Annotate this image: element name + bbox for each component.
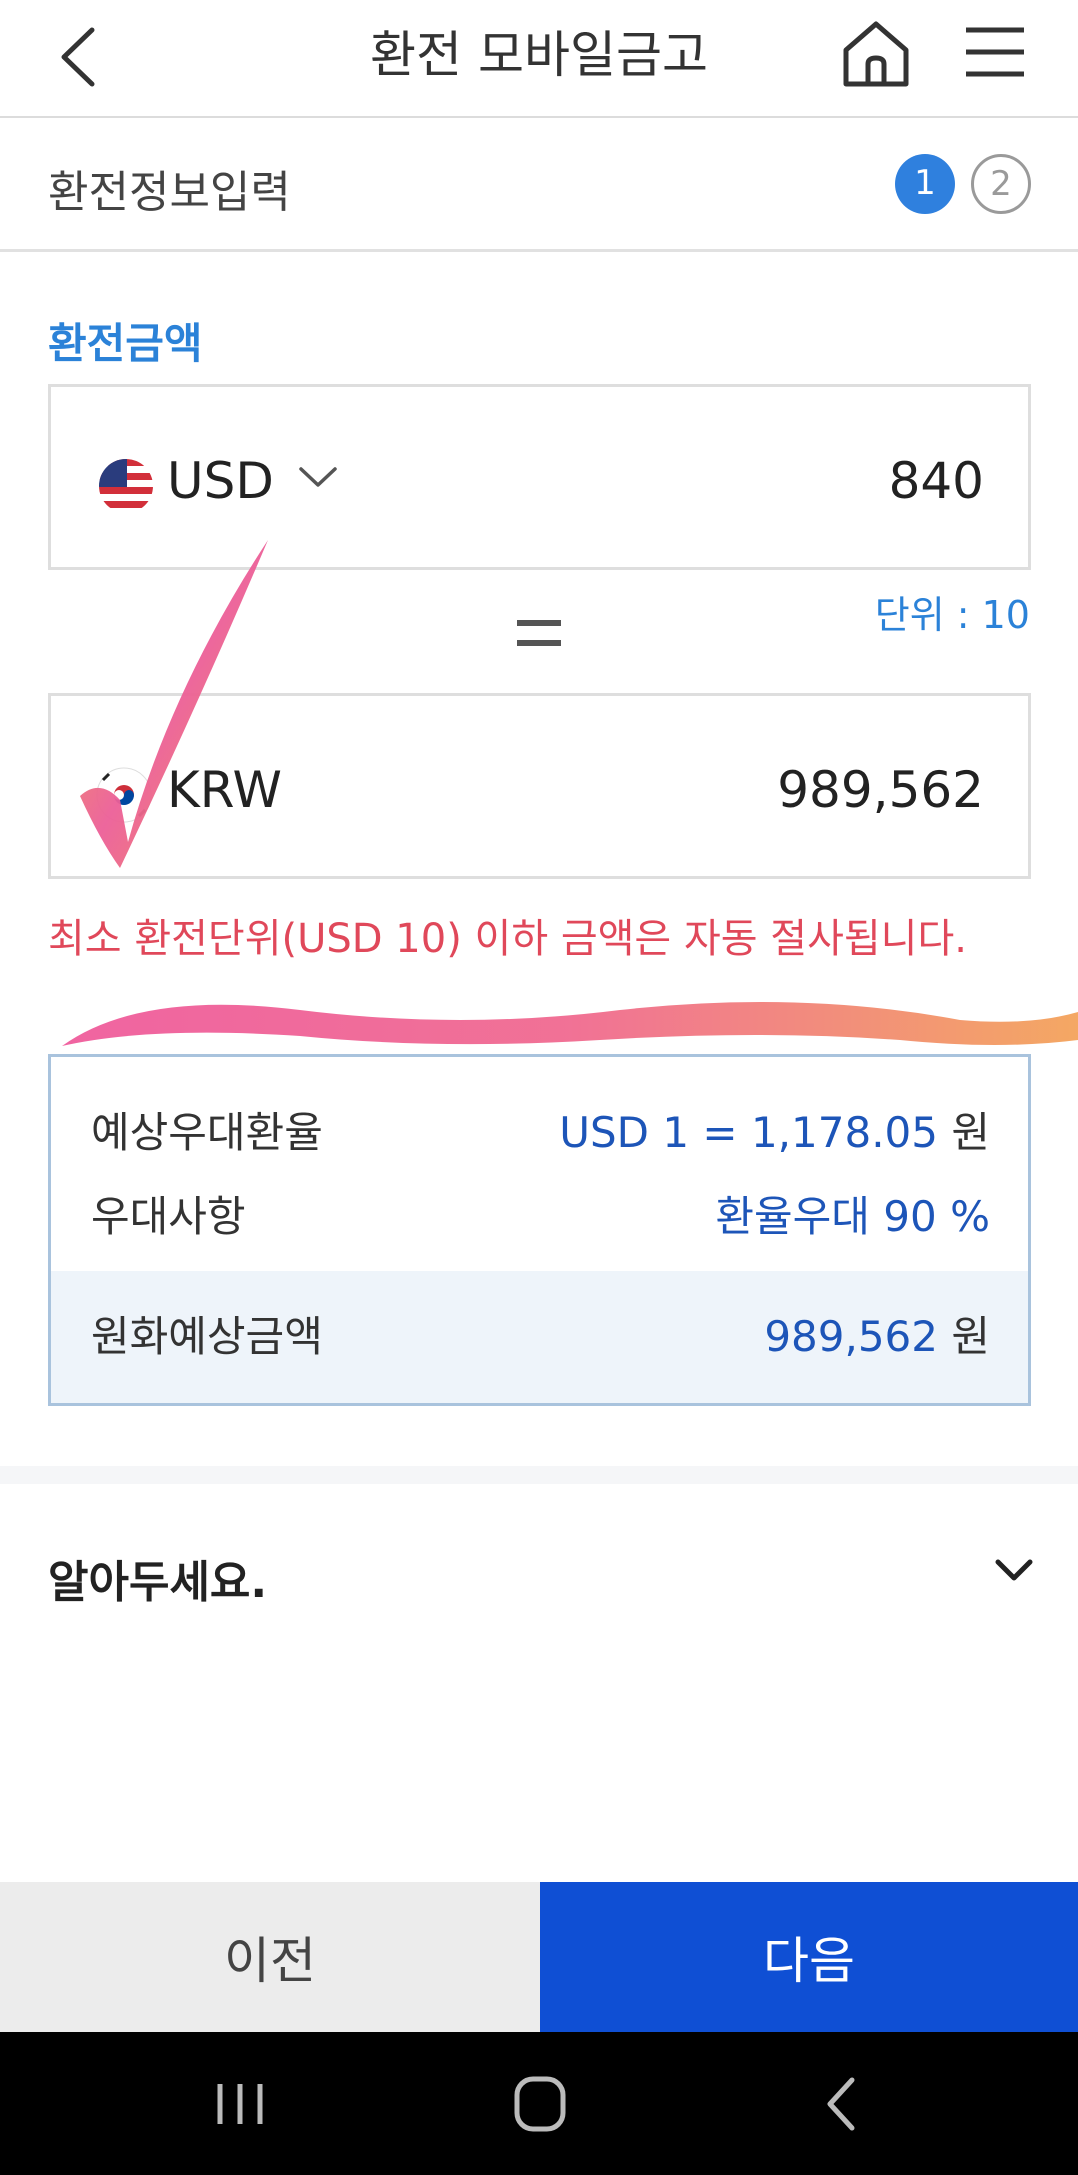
to-currency-label: KRW: [167, 761, 282, 819]
prev-button[interactable]: 이전: [0, 1882, 540, 2032]
exchange-summary-box: 예상우대환율 USD 1 = 1,178.05 원 우대사항 환율우대 90 %…: [48, 1054, 1031, 1406]
us-flag-icon: [99, 459, 153, 513]
step-indicator-bar: 환전정보입력 1 2: [0, 120, 1078, 252]
to-currency-field: KRW 989,562: [48, 693, 1031, 879]
benefit-value: 환율우대 90 %: [715, 1192, 990, 1241]
total-label: 원화예상금액: [91, 1312, 323, 1361]
step-1-badge: 1: [895, 154, 955, 214]
total-value: 989,562 원: [764, 1312, 990, 1361]
notice-accordion[interactable]: 알아두세요.: [0, 1484, 1078, 1664]
next-button[interactable]: 다음: [540, 1882, 1078, 2032]
bottom-action-bar: 이전 다음: [0, 1882, 1078, 2032]
recent-apps-icon[interactable]: [200, 2072, 280, 2136]
page-title: 환전 모바일금고: [370, 26, 708, 84]
hamburger-menu-icon[interactable]: [962, 22, 1028, 82]
rate-value: USD 1 = 1,178.05 원: [559, 1108, 990, 1157]
rate-row: 예상우대환율 USD 1 = 1,178.05 원: [91, 1101, 990, 1165]
exchange-amount-label: 환전금액: [48, 319, 203, 368]
unit-note: 단위 : 10: [874, 593, 1030, 637]
notice-title: 알아두세요.: [48, 1557, 268, 1608]
step-2-badge: 2: [971, 154, 1031, 214]
home-nav-icon[interactable]: [500, 2072, 580, 2136]
home-icon[interactable]: [838, 18, 914, 90]
total-row: 원화예상금액 989,562 원: [51, 1271, 1028, 1403]
from-currency-select[interactable]: USD: [167, 449, 274, 513]
benefit-row: 우대사항 환율우대 90 %: [91, 1185, 990, 1249]
equals-icon: [517, 620, 561, 646]
chevron-down-icon[interactable]: [990, 1546, 1038, 1594]
kr-flag-icon: [96, 767, 152, 823]
from-currency-field[interactable]: USD 840: [48, 384, 1031, 570]
to-amount-value: 989,562: [777, 761, 984, 819]
back-nav-icon[interactable]: [804, 2072, 884, 2136]
benefit-label: 우대사항: [91, 1192, 246, 1241]
rate-label: 예상우대환율: [91, 1108, 323, 1157]
min-unit-warning: 최소 환전단위(USD 10) 이하 금액은 자동 절사됩니다.: [48, 916, 967, 962]
system-navigation-bar: [0, 2032, 1078, 2175]
wavy-underline-annotation: [62, 1002, 1078, 1046]
section-divider: [0, 1466, 1078, 1484]
step-title: 환전정보입력: [48, 167, 291, 218]
from-amount-input[interactable]: 840: [889, 449, 984, 513]
app-header: 환전 모바일금고: [0, 0, 1078, 118]
chevron-down-icon[interactable]: [295, 457, 341, 497]
